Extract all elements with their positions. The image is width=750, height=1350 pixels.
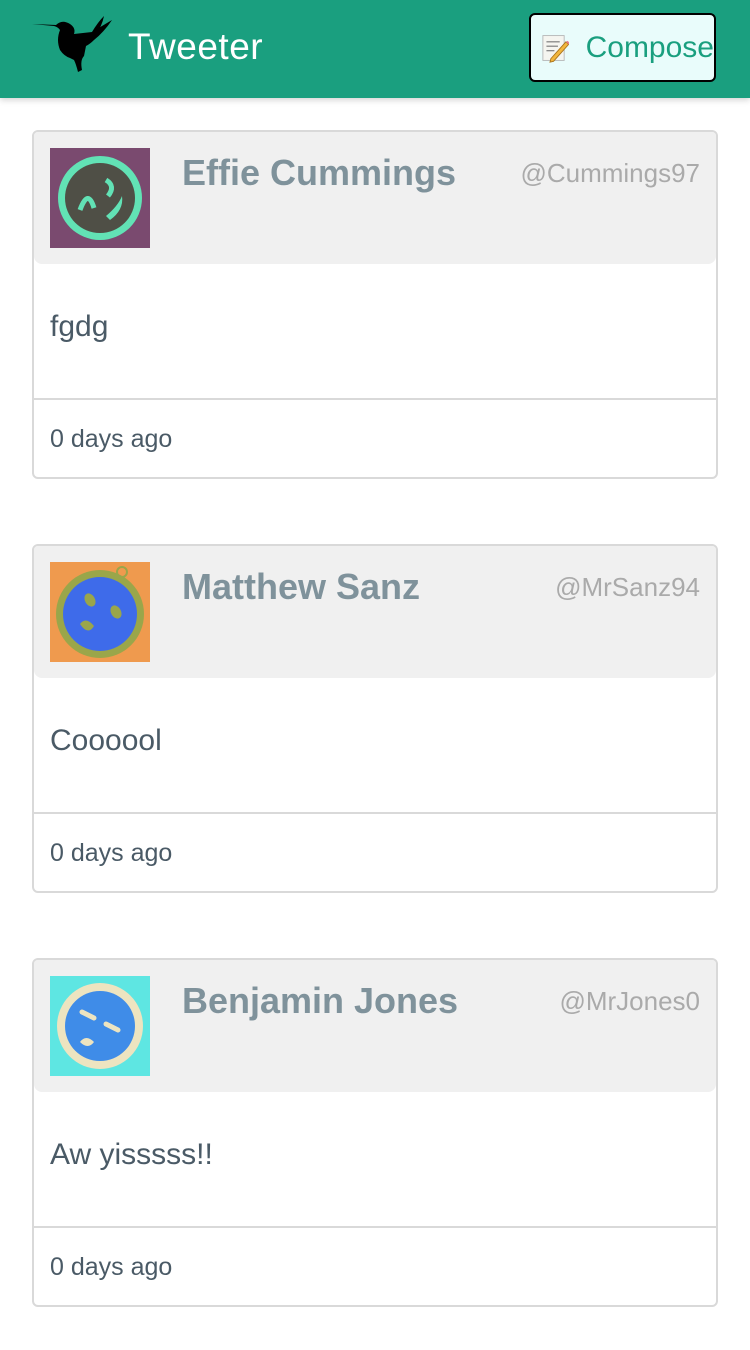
tweet-timestamp: 0 days ago [50,1253,173,1281]
tweet-text: fgdg [50,310,109,343]
memo-pencil-icon [542,34,569,63]
tweet-author-handle: @MrSanz94 [555,572,700,602]
tweet-timestamp: 0 days ago [50,839,173,867]
tweet-author-name: Effie Cummings [182,152,457,193]
tweet-card: Effie Cummings @Cummings97 fgdg 0 days a… [32,130,718,479]
tweet-divider [34,812,716,814]
avatar-icon[interactable] [50,148,150,248]
app-title[interactable]: Tweeter [128,26,263,68]
tweet-card: Benjamin Jones @MrJones0 Aw yisssss!! 0 … [32,958,718,1307]
tweet-header: Effie Cummings @Cummings97 [34,132,716,264]
tweet-divider [34,1226,716,1228]
compose-button[interactable]: Compose [529,13,716,82]
tweet-author-handle: @Cummings97 [520,158,700,188]
compose-button-label: Compose [585,30,714,64]
tweet-timestamp: 0 days ago [50,425,173,453]
tweet-header: Benjamin Jones @MrJones0 [34,960,716,1092]
top-navbar: Tweeter Compose [0,0,750,98]
tweet-card: Matthew Sanz @MrSanz94 Coooool 0 days ag… [32,544,718,893]
avatar-icon[interactable] [50,562,150,662]
tweet-text: Aw yisssss!! [50,1138,213,1171]
tweet-divider [34,398,716,400]
tweet-text: Coooool [50,724,162,757]
tweet-author-name: Matthew Sanz [182,566,421,607]
avatar-icon[interactable] [50,976,150,1076]
hummingbird-logo-icon[interactable] [32,16,112,74]
tweet-author-name: Benjamin Jones [182,980,459,1021]
tweet-header: Matthew Sanz @MrSanz94 [34,546,716,678]
tweet-author-handle: @MrJones0 [559,986,700,1016]
